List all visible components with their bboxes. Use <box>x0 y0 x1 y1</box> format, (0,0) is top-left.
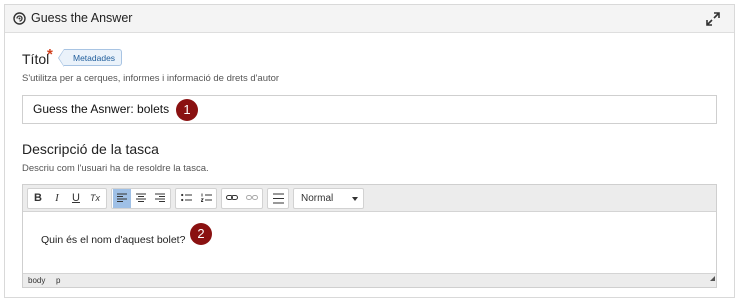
horizontal-line-icon <box>272 193 284 204</box>
align-center-icon <box>136 193 146 202</box>
format-dropdown-value: Normal <box>301 193 334 204</box>
numbered-list-button[interactable] <box>197 189 215 208</box>
panel-header: Guess the Answer <box>5 5 734 33</box>
align-left-icon <box>117 193 127 202</box>
required-marker: * <box>47 46 53 63</box>
hr-group <box>267 188 289 209</box>
chevron-down-icon <box>352 197 358 201</box>
bulleted-list-icon <box>180 193 192 202</box>
editor-toolbar: B I U Tx Normal <box>23 185 716 212</box>
align-right-icon <box>155 193 165 202</box>
panel-title: Guess the Answer <box>31 11 133 25</box>
metadata-button[interactable]: Metadades <box>57 49 123 67</box>
horizontal-line-button[interactable] <box>269 189 287 208</box>
link-group <box>221 188 263 209</box>
align-right-button[interactable] <box>151 189 169 208</box>
element-path-bar: body p <box>23 273 716 287</box>
title-label: Títol <box>22 51 50 67</box>
description-label: Descripció de la tasca <box>22 141 159 157</box>
bulleted-list-button[interactable] <box>177 189 195 208</box>
link-icon <box>226 195 238 200</box>
h5p-logo-icon <box>13 12 26 25</box>
annotation-badge-1: 1 <box>176 99 198 121</box>
align-left-button[interactable] <box>113 189 131 208</box>
unlink-button[interactable] <box>243 189 261 208</box>
remove-format-button[interactable]: Tx <box>86 189 104 208</box>
editor-text: Quin és el nom d'aquest bolet? <box>41 234 186 246</box>
title-input[interactable]: Guess the Asnwer: bolets <box>22 95 717 124</box>
editor-content[interactable]: Quin és el nom d'aquest bolet? <box>23 212 716 274</box>
rich-text-editor: B I U Tx Normal Quin és el nom d'aquest … <box>22 184 717 288</box>
list-group <box>175 188 217 209</box>
path-item-p[interactable]: p <box>56 276 60 285</box>
italic-button[interactable]: I <box>48 189 66 208</box>
numbered-list-icon <box>199 193 212 202</box>
resize-handle-icon[interactable] <box>710 276 715 281</box>
align-center-button[interactable] <box>132 189 150 208</box>
link-button[interactable] <box>223 189 241 208</box>
format-dropdown[interactable]: Normal <box>293 188 364 209</box>
basic-style-group: B I U Tx <box>27 188 107 209</box>
align-group <box>111 188 171 209</box>
unlink-icon <box>246 195 258 200</box>
description-help-text: Descriu com l'usuari ha de resoldre la t… <box>22 163 209 174</box>
bold-button[interactable]: B <box>29 189 47 208</box>
expand-icon[interactable] <box>705 11 721 27</box>
underline-button[interactable]: U <box>67 189 85 208</box>
title-help-text: S'utilitza per a cerques, informes i inf… <box>22 73 280 84</box>
annotation-badge-2: 2 <box>190 223 212 245</box>
path-item-body[interactable]: body <box>28 276 45 285</box>
